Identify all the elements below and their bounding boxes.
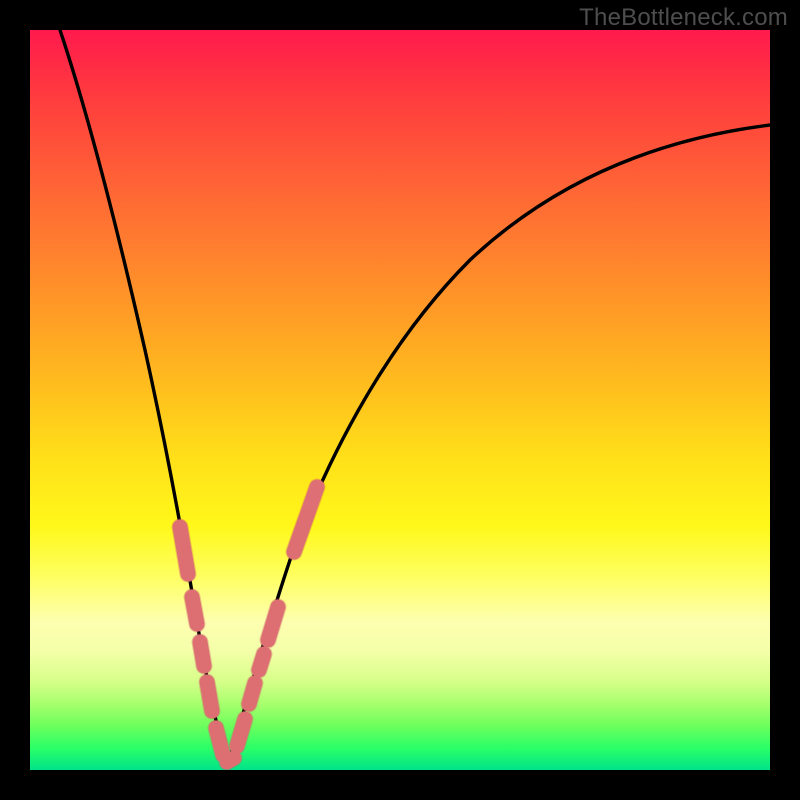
- watermark-text: TheBottleneck.com: [579, 4, 788, 32]
- marker-segments-outline: [180, 487, 317, 762]
- bottleneck-curve: [30, 30, 770, 770]
- chart-frame: TheBottleneck.com: [0, 0, 800, 800]
- plot-area: [30, 30, 770, 770]
- curve-right-branch: [228, 125, 770, 764]
